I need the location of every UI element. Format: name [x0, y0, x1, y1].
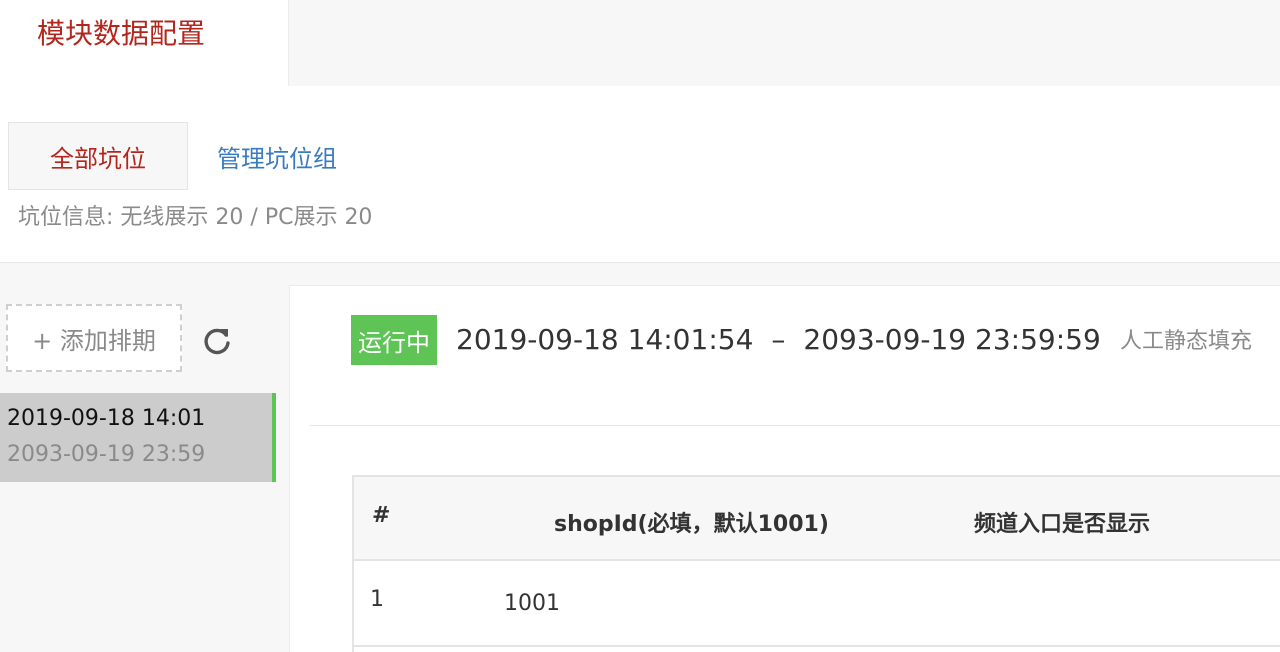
cell-shop-id[interactable]: 1001	[504, 591, 560, 616]
page: 模块数据配置 全部坑位 管理坑位组 坑位信息: 无线展示 20 / PC展示 2…	[0, 0, 1280, 652]
status-badge: 运行中	[351, 315, 437, 365]
panel-divider	[310, 425, 1280, 426]
range-dash: –	[771, 323, 786, 356]
add-schedule-button[interactable]: + 添加排期	[6, 304, 182, 372]
pc-count: 20	[344, 205, 373, 230]
range-end: 2093-09-19 23:59:59	[803, 323, 1101, 356]
schedule-range: 2019-09-18 14:01:54–2093-09-19 23:59:59	[456, 322, 1101, 358]
column-header-index: #	[372, 503, 391, 528]
schedule-end-time: 2093-09-19 23:59	[7, 442, 206, 467]
slot-info: 坑位信息: 无线展示 20 / PC展示 20	[18, 202, 372, 234]
wireless-count: 20	[215, 205, 244, 230]
slot-info-label: 坑位信息:	[18, 205, 121, 230]
refresh-icon[interactable]	[202, 326, 232, 356]
table-row[interactable]: 1 1001	[354, 563, 1280, 647]
cell-index: 1	[370, 587, 384, 612]
tab-all-slots[interactable]: 全部坑位	[8, 122, 188, 190]
schedule-list-item[interactable]: 2019-09-18 14:01 2093-09-19 23:59	[0, 393, 276, 482]
wireless-label: 无线展示	[120, 205, 216, 230]
slot-info-separator: /	[243, 205, 265, 230]
schedule-start-time: 2019-09-18 14:01	[7, 406, 206, 431]
range-start: 2019-09-18 14:01:54	[456, 323, 754, 356]
data-table: # shopId(必填，默认1001) 频道入口是否显示 1 1001	[352, 475, 1280, 652]
module-tab[interactable]: 模块数据配置	[0, 0, 289, 86]
column-header-channel-entry: 频道入口是否显示	[974, 512, 1151, 537]
table-header-row: # shopId(必填，默认1001) 频道入口是否显示	[354, 477, 1280, 561]
module-title: 模块数据配置	[37, 17, 206, 50]
column-header-shop-id: shopId(必填，默认1001)	[554, 512, 829, 537]
schedule-detail-panel: 运行中 2019-09-18 14:01:54–2093-09-19 23:59…	[289, 285, 1280, 652]
tab-manage-slot-groups[interactable]: 管理坑位组	[217, 122, 337, 190]
pc-label: PC展示	[264, 205, 345, 230]
fill-type-label: 人工静态填充	[1120, 329, 1253, 354]
